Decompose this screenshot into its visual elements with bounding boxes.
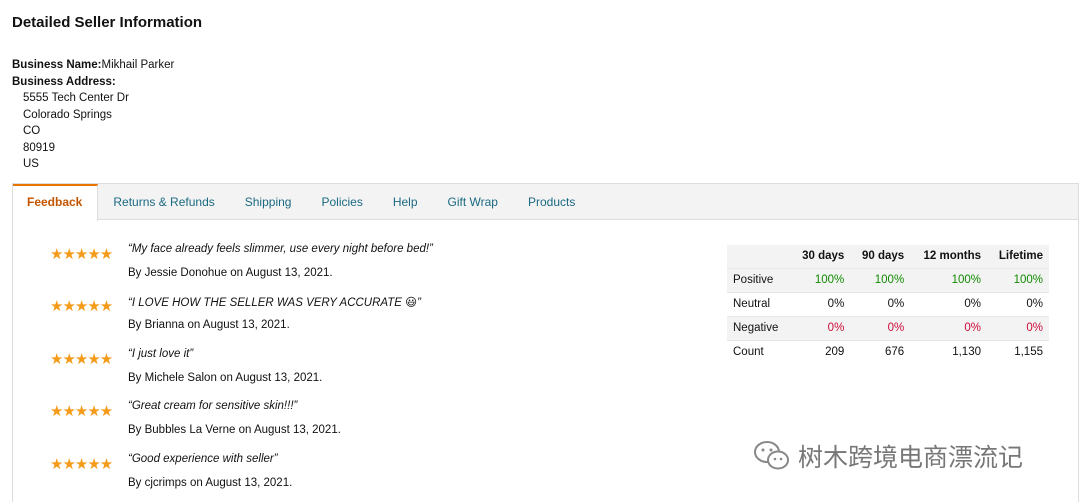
business-info: Business Name:Mikhail Parker Business Ad… xyxy=(12,57,174,173)
feedback-summary-table: 30 days 90 days 12 months Lifetime Posit… xyxy=(727,245,1049,364)
row-label: Negative xyxy=(727,315,791,340)
row-label: Neutral xyxy=(727,291,791,316)
table-cell: 0% xyxy=(987,291,1049,316)
tab-products[interactable]: Products xyxy=(513,184,590,220)
table-cell: 0% xyxy=(987,315,1049,340)
review-quote: “Great cream for sensitive skin!!!” xyxy=(128,400,298,412)
review-byline: By Brianna on August 13, 2021. xyxy=(128,319,290,331)
page-title: Detailed Seller Information xyxy=(12,14,203,31)
tab-help[interactable]: Help xyxy=(378,184,433,220)
table-cell: 0% xyxy=(790,315,851,340)
table-cell: 0% xyxy=(850,315,911,340)
table-cell: 0% xyxy=(790,291,851,316)
review-quote: “Good experience with seller” xyxy=(128,453,278,465)
tab-feedback[interactable]: Feedback xyxy=(13,184,99,221)
table-header-cell: Lifetime xyxy=(987,245,1049,268)
wechat-icon xyxy=(754,441,789,470)
five-star-rating-icon: ★★★★★ xyxy=(50,298,113,315)
table-row-negative: Negative 0% 0% 0% 0% xyxy=(727,315,1049,340)
address-line: US xyxy=(23,158,39,170)
tab-bar: Feedback Returns & Refunds Shipping Poli… xyxy=(13,184,1078,221)
watermark: 树木跨境电商漂流记 xyxy=(752,438,1023,474)
five-star-rating-icon: ★★★★★ xyxy=(50,456,113,473)
table-cell: 0% xyxy=(850,291,911,316)
row-label: Positive xyxy=(727,267,791,292)
table-cell: 209 xyxy=(790,339,851,364)
tab-gift-wrap[interactable]: Gift Wrap xyxy=(433,184,513,220)
table-header-cell xyxy=(727,245,791,268)
address-line: Colorado Springs xyxy=(23,108,112,121)
business-name-label: Business Name: xyxy=(12,59,102,71)
table-cell: 0% xyxy=(910,315,987,340)
table-cell: 0% xyxy=(910,291,987,316)
five-star-rating-icon: ★★★★★ xyxy=(50,246,113,263)
table-cell: 100% xyxy=(790,267,851,292)
table-header-cell: 90 days xyxy=(850,245,911,268)
address-line: 5555 Tech Center Dr xyxy=(23,92,129,104)
review-quote: “My face already feels slimmer, use ever… xyxy=(128,243,433,255)
tab-shipping[interactable]: Shipping xyxy=(230,184,307,220)
business-address-label: Business Address: xyxy=(12,75,116,88)
watermark-text: 树木跨境电商漂流记 xyxy=(798,444,1024,472)
table-cell: 100% xyxy=(987,267,1049,292)
table-cell: 100% xyxy=(850,267,911,292)
review-quote: “I just love it” xyxy=(128,348,194,360)
table-row-positive: Positive 100% 100% 100% 100% xyxy=(727,267,1049,292)
address-line: 80919 xyxy=(23,141,55,154)
table-cell: 676 xyxy=(850,339,911,364)
business-name-row: Business Name:Mikhail Parker xyxy=(12,57,174,74)
review-byline: By cjcrimps on August 13, 2021. xyxy=(128,477,293,489)
table-header-cell: 30 days xyxy=(790,245,851,268)
five-star-rating-icon: ★★★★★ xyxy=(50,403,113,420)
table-row-neutral: Neutral 0% 0% 0% 0% xyxy=(727,291,1049,316)
table-header-cell: 12 months xyxy=(910,245,987,268)
tab-returns-refunds[interactable]: Returns & Refunds xyxy=(98,184,229,220)
tab-policies[interactable]: Policies xyxy=(306,184,377,220)
table-cell: 1,155 xyxy=(987,339,1049,364)
address-line: CO xyxy=(23,125,41,137)
review-byline: By Bubbles La Verne on August 13, 2021. xyxy=(128,424,341,436)
table-header-row: 30 days 90 days 12 months Lifetime xyxy=(727,245,1049,268)
review-byline: By Jessie Donohue on August 13, 2021. xyxy=(128,267,333,279)
row-label: Count xyxy=(727,339,791,364)
business-name: Mikhail Parker xyxy=(101,59,175,71)
table-cell: 100% xyxy=(910,267,987,292)
table-cell: 1,130 xyxy=(910,339,987,364)
review-byline: By Michele Salon on August 13, 2021. xyxy=(128,372,323,384)
table-row-count: Count 209 676 1,130 1,155 xyxy=(727,339,1049,364)
five-star-rating-icon: ★★★★★ xyxy=(50,351,113,368)
review-quote: “I LOVE HOW THE SELLER WAS VERY ACCURATE… xyxy=(128,297,421,309)
